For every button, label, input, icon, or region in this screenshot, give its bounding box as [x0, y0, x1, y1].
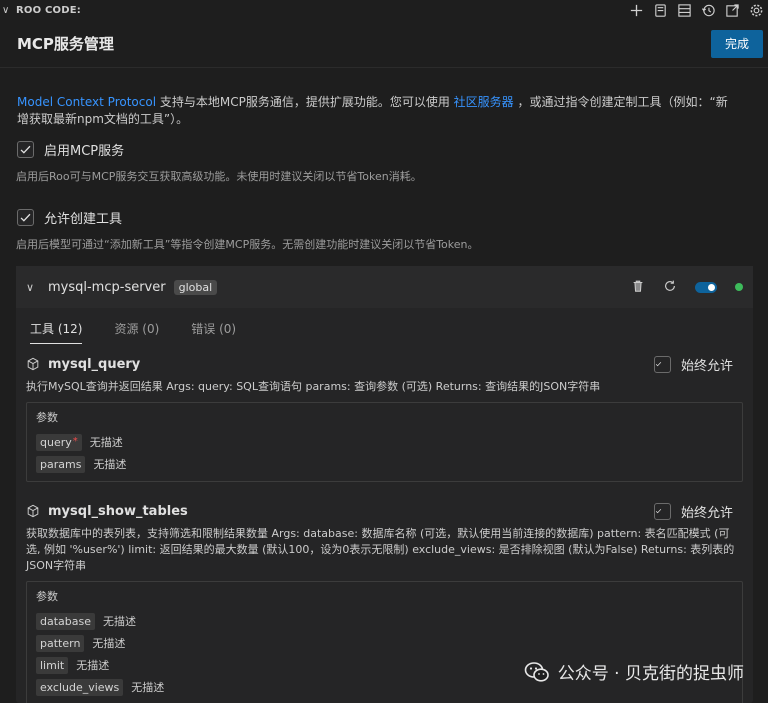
param-name: query* — [36, 433, 82, 451]
tool-header: mysql_query 始终允许 — [26, 353, 743, 375]
tool-description: 获取数据库中的表列表，支持筛选和限制结果数量 Args: database: 数… — [26, 527, 735, 572]
param-name: database — [36, 612, 95, 630]
watermark-text: 公众号 · 贝克街的捉虫师 — [557, 664, 744, 684]
community-servers-link[interactable]: 社区服务器 — [454, 95, 514, 109]
allow-create-tools-option[interactable]: 允许创建工具 — [17, 208, 751, 227]
checkmark-icon — [20, 145, 31, 154]
allow-create-tools-hint: 启用后模型可通过“添加新工具”等指令创建MCP服务。无需创建功能时建议关闭以节省… — [16, 238, 479, 251]
server-actions — [631, 279, 743, 296]
tool-name: mysql_query — [48, 356, 141, 372]
param-desc: 无描述 — [103, 615, 136, 628]
watermark: 公众号 · 贝克街的捉虫师 — [524, 659, 744, 684]
param-row: params 无描述 — [36, 453, 733, 475]
tab-resources[interactable]: 资源 (0) — [114, 320, 159, 344]
page-header: MCP服务管理 完成 — [0, 20, 768, 68]
param-name: pattern — [36, 634, 85, 652]
enable-mcp-option[interactable]: 启用MCP服务 — [17, 140, 751, 159]
param-desc: 无描述 — [93, 458, 127, 471]
param-name: exclude_views — [36, 678, 124, 696]
checkmark-icon — [655, 509, 662, 514]
param-desc: 无描述 — [92, 637, 126, 650]
param-name: limit — [36, 656, 69, 674]
external-link-icon[interactable] — [724, 2, 740, 18]
page-title: MCP服务管理 — [17, 35, 114, 53]
param-desc: 无描述 — [76, 659, 110, 672]
enable-mcp-hint: 启用后Roo可与MCP服务交互获取高级功能。未使用时建议关闭以节省Token消耗… — [16, 170, 422, 183]
cube-icon — [27, 357, 39, 371]
param-row: pattern 无描述 — [36, 632, 733, 654]
mcp-protocol-link[interactable]: Model Context Protocol — [17, 95, 156, 109]
always-allow-option[interactable]: 始终允许 — [653, 355, 733, 374]
status-indicator-dot — [735, 283, 743, 291]
always-allow-label: 始终允许 — [680, 358, 733, 374]
tab-tools[interactable]: 工具 (12) — [30, 320, 83, 344]
panel-toolbar — [628, 2, 764, 18]
param-desc: 无描述 — [131, 681, 165, 694]
restart-icon[interactable] — [663, 279, 677, 296]
tool-params-box: 参数 database 无描述 pattern 无描述 limit 无描述 ex… — [26, 581, 743, 703]
server-tabs: 工具 (12) 资源 (0) 错误 (0) — [16, 320, 753, 344]
database-icon[interactable] — [676, 2, 692, 18]
always-allow-checkbox[interactable] — [653, 502, 671, 520]
server-name: mysql-mcp-server — [48, 279, 166, 295]
server-header[interactable]: ∨ mysql-mcp-server global — [16, 266, 753, 308]
panel-titlebar: ∨ ROO CODE: — [0, 0, 768, 20]
checkmark-icon — [655, 362, 662, 367]
required-marker: * — [72, 435, 78, 447]
always-allow-checkbox[interactable] — [653, 355, 671, 373]
enable-mcp-checkbox[interactable] — [17, 141, 34, 158]
scope-badge: global — [173, 279, 218, 295]
enable-mcp-label: 启用MCP服务 — [44, 144, 125, 159]
gear-icon[interactable] — [748, 2, 764, 18]
intro-text-part1: 支持与本地MCP服务通信，提供扩展功能。您可以使用 — [156, 95, 454, 109]
tool-name: mysql_show_tables — [48, 503, 188, 519]
panel-title: ROO CODE: — [16, 4, 81, 16]
panel-title-group[interactable]: ∨ ROO CODE: — [2, 5, 81, 16]
tool-item: mysql_query 始终允许 执行MySQL查询并返回结果 Args: qu… — [16, 353, 753, 482]
wechat-icon — [524, 661, 549, 682]
settings-content: Model Context Protocol 支持与本地MCP服务通信，提供扩展… — [0, 94, 768, 252]
param-name: params — [36, 455, 86, 473]
chevron-down-icon[interactable]: ∨ — [26, 281, 38, 294]
cube-icon — [27, 504, 39, 518]
chevron-down-icon: ∨ — [2, 4, 10, 16]
server-card: ∨ mysql-mcp-server global 工具 (12) 资源 (0)… — [16, 266, 753, 703]
server-enabled-toggle[interactable] — [695, 281, 717, 293]
plus-icon[interactable] — [628, 2, 644, 18]
always-allow-option[interactable]: 始终允许 — [653, 502, 733, 521]
done-button[interactable]: 完成 — [711, 29, 763, 58]
intro-text: Model Context Protocol 支持与本地MCP服务通信，提供扩展… — [17, 94, 737, 128]
param-desc: 无描述 — [89, 436, 123, 449]
param-row: query* 无描述 — [36, 431, 733, 453]
server-icon[interactable] — [652, 2, 668, 18]
always-allow-label: 始终允许 — [680, 505, 733, 521]
allow-create-tools-label: 允许创建工具 — [44, 212, 123, 227]
tool-description: 执行MySQL查询并返回结果 Args: query: SQL查询语句 para… — [26, 380, 601, 393]
tool-header: mysql_show_tables 始终允许 — [26, 500, 743, 522]
params-title: 参数 — [36, 411, 58, 424]
checkmark-icon — [20, 213, 31, 222]
history-icon[interactable] — [700, 2, 716, 18]
param-row: database 无描述 — [36, 610, 733, 632]
params-title: 参数 — [36, 590, 58, 603]
tool-params-box: 参数 query* 无描述 params 无描述 — [26, 402, 743, 482]
allow-create-tools-checkbox[interactable] — [17, 209, 34, 226]
tab-errors[interactable]: 错误 (0) — [191, 320, 236, 344]
trash-icon[interactable] — [631, 279, 645, 296]
